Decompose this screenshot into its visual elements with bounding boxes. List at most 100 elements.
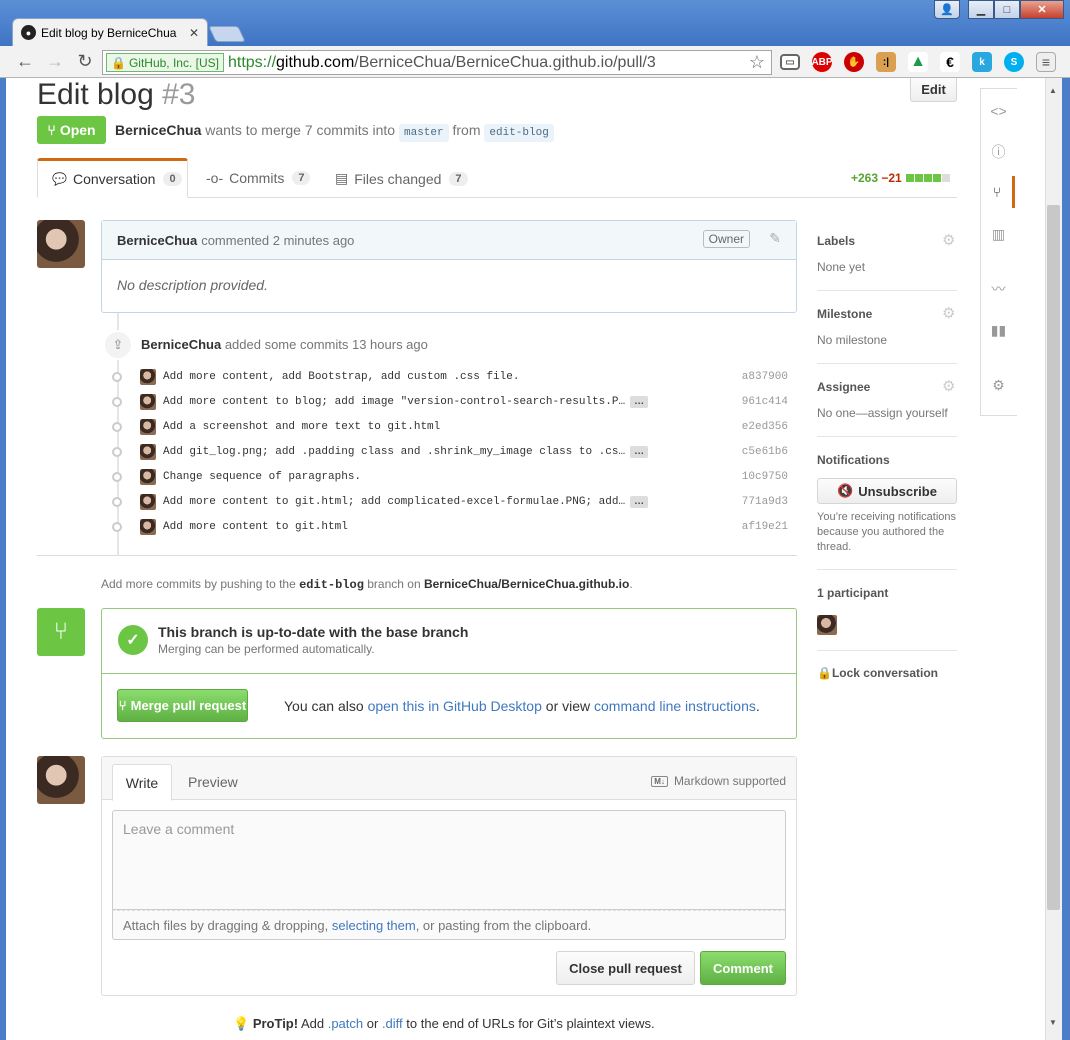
scroll-down-icon[interactable]: ▼ bbox=[1049, 1018, 1057, 1027]
avatar[interactable] bbox=[37, 220, 85, 268]
commit-author-avatar[interactable] bbox=[140, 369, 156, 385]
diffstat: +263 −21 bbox=[851, 171, 951, 185]
select-files-link[interactable]: selecting them bbox=[332, 918, 416, 933]
participant-avatar[interactable] bbox=[817, 615, 837, 635]
stop-icon[interactable]: ✋ bbox=[844, 52, 864, 72]
expand-commit-button[interactable]: … bbox=[630, 496, 649, 508]
tab-conversation[interactable]: 💬 Conversation 0 bbox=[37, 158, 188, 198]
comment-button[interactable]: Comment bbox=[700, 951, 786, 985]
commit-row: Add more content to git.html af19e21 bbox=[110, 517, 798, 537]
patch-link[interactable]: .patch bbox=[328, 1016, 363, 1031]
comment-textarea[interactable]: Leave a comment bbox=[112, 810, 786, 910]
issues-icon[interactable]: ⓘ bbox=[982, 136, 1015, 168]
commit-row: Add more content to git.html; add compli… bbox=[110, 492, 798, 512]
edit-title-button[interactable]: Edit bbox=[910, 78, 957, 102]
browser-tab[interactable]: ● Edit blog by BerniceChua ✕ bbox=[12, 18, 208, 46]
tab-files-changed[interactable]: ▤ Files changed 7 bbox=[335, 170, 468, 187]
commit-sha[interactable]: 10c9750 bbox=[742, 471, 788, 483]
expand-commit-button[interactable]: … bbox=[630, 396, 649, 408]
commit-author-avatar[interactable] bbox=[140, 519, 156, 535]
comment-action: commented 2 minutes ago bbox=[201, 232, 355, 248]
user-icon[interactable]: 👤 bbox=[934, 0, 960, 19]
code-icon[interactable]: <> bbox=[982, 95, 1015, 127]
commit-author-avatar[interactable] bbox=[140, 394, 156, 410]
commit-message[interactable]: Add more content to git.html bbox=[163, 521, 348, 533]
commit-row: Add more content to blog; add image "ver… bbox=[110, 392, 798, 412]
scrollbar-thumb[interactable] bbox=[1047, 205, 1060, 910]
maximize-button[interactable]: □ bbox=[994, 0, 1020, 19]
forward-icon[interactable]: → bbox=[40, 51, 70, 72]
back-icon[interactable]: ← bbox=[10, 51, 40, 72]
close-window-button[interactable]: ✕ bbox=[1020, 0, 1064, 19]
ev-certificate-badge[interactable]: 🔒 GitHub, Inc. [US] bbox=[106, 53, 224, 72]
milestone-gear-icon[interactable]: ⚙ bbox=[942, 304, 955, 322]
assignee-value[interactable]: No one—assign yourself bbox=[817, 406, 948, 420]
commit-sha[interactable]: af19e21 bbox=[742, 521, 788, 533]
skype-icon[interactable]: S bbox=[1004, 52, 1024, 72]
merge-pull-request-button[interactable]: ⑂ Merge pull request bbox=[117, 689, 248, 722]
commit-message[interactable]: Add more content to git.html; add compli… bbox=[163, 496, 625, 508]
unsubscribe-button[interactable]: 🔇 Unsubscribe bbox=[817, 478, 957, 504]
wiki-icon[interactable]: ▥ bbox=[982, 218, 1015, 250]
pull-requests-icon[interactable]: ⑂ bbox=[982, 176, 1015, 208]
tab-preview[interactable]: Preview bbox=[188, 774, 238, 790]
k-extension-icon[interactable]: k bbox=[972, 52, 992, 72]
commit-message[interactable]: Add more content to blog; add image "ver… bbox=[163, 396, 625, 408]
reload-icon[interactable]: ↻ bbox=[70, 51, 100, 72]
commit-author-avatar[interactable] bbox=[140, 469, 156, 485]
commit-message[interactable]: Add git_log.png; add .padding class and … bbox=[163, 446, 625, 458]
commit-row: Add more content, add Bootstrap, add cus… bbox=[110, 367, 798, 387]
cast-icon[interactable]: ▭ bbox=[780, 54, 800, 70]
author-link[interactable]: BerniceChua bbox=[115, 122, 201, 138]
repo-link[interactable]: BerniceChua/BerniceChua.github.io bbox=[424, 577, 629, 591]
event-author[interactable]: BerniceChua bbox=[141, 337, 221, 352]
extension-face-icon[interactable]: :| bbox=[876, 52, 896, 72]
pulse-icon[interactable]: 〰 bbox=[982, 273, 1015, 305]
commit-message[interactable]: Add a screenshot and more text to git.ht… bbox=[163, 421, 440, 433]
pencil-icon[interactable]: ✎ bbox=[769, 230, 781, 247]
markdown-supported-link[interactable]: M↓ Markdown supported bbox=[651, 774, 786, 788]
open-in-desktop-link[interactable]: open this in GitHub Desktop bbox=[368, 698, 542, 714]
close-pull-request-button[interactable]: Close pull request bbox=[556, 951, 695, 985]
commit-sha[interactable]: 961c414 bbox=[742, 396, 788, 408]
commit-message[interactable]: Add more content, add Bootstrap, add cus… bbox=[163, 371, 519, 383]
chrome-menu-icon[interactable]: ≡ bbox=[1036, 52, 1056, 72]
commit-message[interactable]: Change sequence of paragraphs. bbox=[163, 471, 361, 483]
diff-link[interactable]: .diff bbox=[382, 1016, 403, 1031]
protip: 💡 ProTip! Add .patch or .diff to the end… bbox=[233, 1016, 655, 1031]
google-drive-icon[interactable]: ▲ bbox=[908, 52, 928, 72]
expand-commit-button[interactable]: … bbox=[630, 446, 649, 458]
mute-icon: 🔇 bbox=[837, 483, 854, 498]
tab-write[interactable]: Write bbox=[112, 764, 172, 801]
assignee-gear-icon[interactable]: ⚙ bbox=[942, 377, 955, 395]
comment-author[interactable]: BerniceChua bbox=[117, 233, 197, 248]
command-line-instructions-link[interactable]: command line instructions bbox=[594, 698, 756, 714]
commit-sha[interactable]: e2ed356 bbox=[742, 421, 788, 433]
commit-row: Change sequence of paragraphs. 10c9750 bbox=[110, 467, 798, 487]
close-tab-icon[interactable]: ✕ bbox=[189, 26, 199, 40]
avatar[interactable] bbox=[37, 756, 85, 804]
attach-files-bar[interactable]: Attach files by dragging & dropping, sel… bbox=[112, 910, 786, 940]
sidebar-divider bbox=[817, 650, 957, 651]
lock-conversation-link[interactable]: 🔒Lock conversation bbox=[817, 666, 938, 680]
commit-author-avatar[interactable] bbox=[140, 494, 156, 510]
bookmark-star-icon[interactable]: ☆ bbox=[749, 52, 765, 73]
evernote-icon[interactable]: € bbox=[940, 52, 960, 72]
labels-gear-icon[interactable]: ⚙ bbox=[942, 231, 955, 249]
commit-sha[interactable]: c5e61b6 bbox=[742, 446, 788, 458]
settings-icon[interactable]: ⚙ bbox=[982, 369, 1015, 401]
commit-author-avatar[interactable] bbox=[140, 419, 156, 435]
minimize-button[interactable]: ▁ bbox=[968, 0, 994, 19]
commit-sha[interactable]: 771a9d3 bbox=[742, 496, 788, 508]
address-bar[interactable]: 🔒 GitHub, Inc. [US] https://github.com/Be… bbox=[102, 50, 772, 75]
commit-dot-icon bbox=[112, 372, 122, 382]
graphs-icon[interactable]: ▮▮ bbox=[982, 314, 1015, 346]
commit-row: Add git_log.png; add .padding class and … bbox=[110, 442, 798, 462]
push-note: Add more commits by pushing to the edit-… bbox=[101, 577, 633, 592]
commit-author-avatar[interactable] bbox=[140, 444, 156, 460]
adblock-icon[interactable]: ABP bbox=[811, 52, 833, 72]
tab-commits[interactable]: -o- Commits 7 bbox=[206, 170, 311, 186]
comment-header: BerniceChua commented 2 minutes ago Owner… bbox=[102, 221, 796, 260]
scroll-up-icon[interactable]: ▲ bbox=[1049, 86, 1057, 95]
commit-sha[interactable]: a837900 bbox=[742, 371, 788, 383]
